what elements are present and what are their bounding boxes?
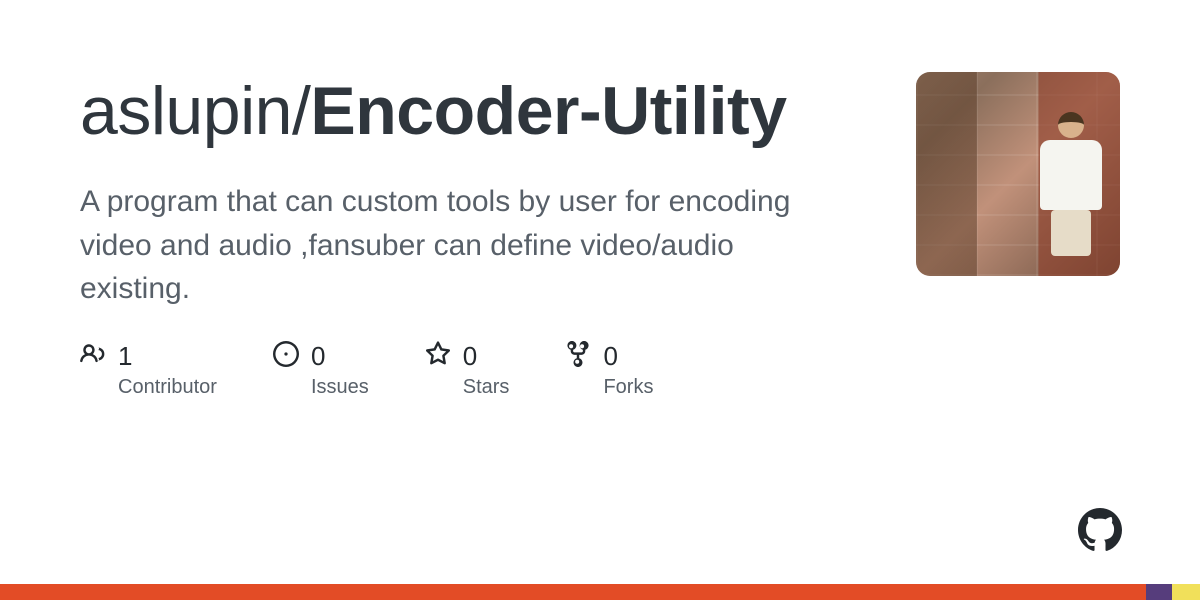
- stat-stars-label: Stars: [463, 376, 510, 399]
- repo-name-bold[interactable]: Encoder: [310, 73, 579, 149]
- avatar[interactable]: [916, 72, 1120, 276]
- repo-description: A program that can custom tools by user …: [80, 180, 840, 311]
- stat-contributors[interactable]: 1 Contributor: [80, 341, 217, 399]
- issue-icon: [273, 341, 299, 372]
- repo-stats: 1 Contributor 0 Issues 0: [80, 341, 840, 399]
- stat-forks[interactable]: 0 Forks: [565, 341, 653, 399]
- language-segment: [0, 584, 1146, 600]
- people-icon: [80, 341, 106, 372]
- repo-slash: /: [292, 73, 310, 149]
- stat-contributors-value: 1: [118, 341, 132, 372]
- stat-issues-value: 0: [311, 341, 325, 372]
- repo-title: aslupin/Encoder-Utility: [80, 72, 840, 150]
- github-icon[interactable]: [1078, 508, 1122, 552]
- fork-icon: [565, 341, 591, 372]
- repo-owner[interactable]: aslupin: [80, 73, 292, 149]
- stat-stars-value: 0: [463, 341, 477, 372]
- language-bar: [0, 584, 1200, 600]
- stat-stars[interactable]: 0 Stars: [425, 341, 510, 399]
- language-segment: [1172, 584, 1200, 600]
- language-segment: [1146, 584, 1172, 600]
- stat-issues-label: Issues: [311, 376, 369, 399]
- repo-name-rest[interactable]: -Utility: [579, 73, 787, 149]
- stat-issues[interactable]: 0 Issues: [273, 341, 369, 399]
- stat-forks-label: Forks: [603, 376, 653, 399]
- stat-forks-value: 0: [603, 341, 617, 372]
- stat-contributors-label: Contributor: [118, 376, 217, 399]
- star-icon: [425, 341, 451, 372]
